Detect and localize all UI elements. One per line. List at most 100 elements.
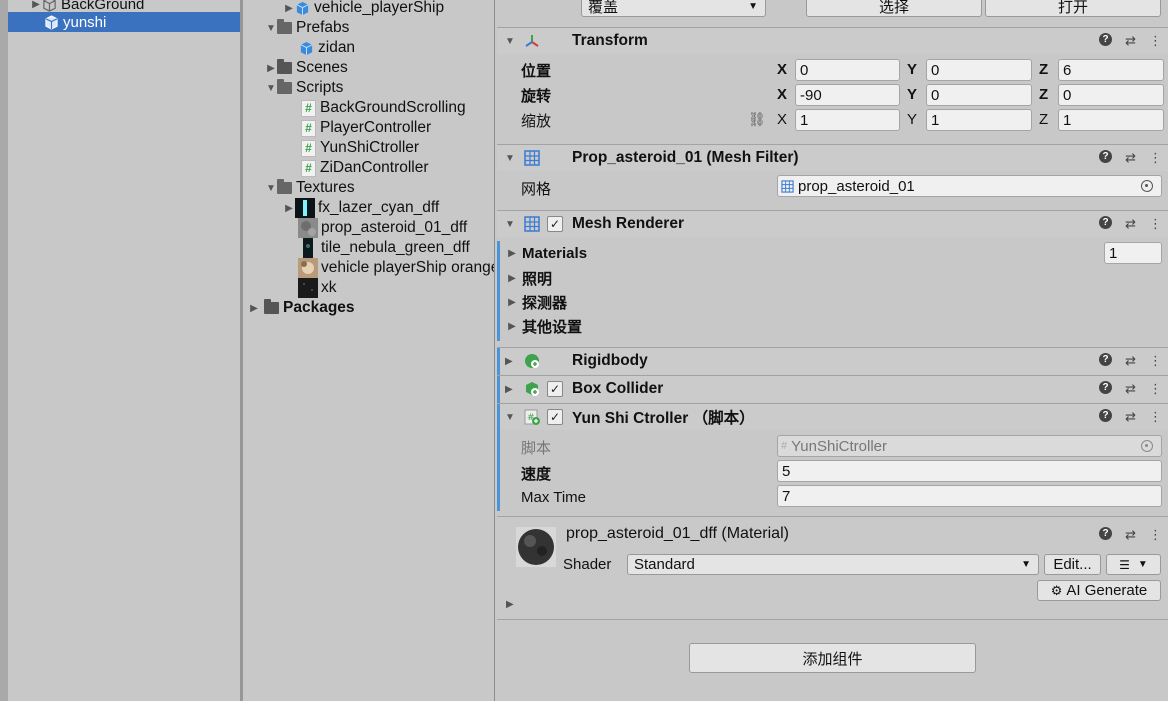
transform-header[interactable]: ▼ Transform ? ⇄ ⋮ <box>497 27 1168 54</box>
collapse-arrow-icon[interactable]: ▼ <box>505 153 515 164</box>
project-item[interactable]: tile_nebula_green_dff <box>298 238 470 258</box>
project-folder-packages[interactable]: ▶ Packages <box>248 298 355 318</box>
project-folder[interactable]: ▼ Prefabs <box>265 18 349 38</box>
position-y-field[interactable]: 0 <box>926 59 1032 81</box>
kebab-menu-icon[interactable]: ⋮ <box>1149 150 1162 166</box>
kebab-menu-icon[interactable]: ⋮ <box>1149 353 1162 369</box>
open-button[interactable]: 打开 <box>985 0 1161 17</box>
shader-dropdown[interactable]: Standard ▼ <box>627 554 1039 575</box>
collapse-arrow-icon[interactable]: ▼ <box>505 219 515 230</box>
project-item[interactable]: zidan <box>299 38 355 58</box>
help-icon[interactable]: ? <box>1099 381 1113 394</box>
help-icon[interactable]: ? <box>1099 33 1113 46</box>
expand-arrow-icon[interactable]: ▶ <box>265 63 277 74</box>
enabled-checkbox[interactable]: ✓ <box>547 381 563 397</box>
position-z-field[interactable]: 6 <box>1058 59 1164 81</box>
select-button[interactable]: 选择 <box>806 0 982 17</box>
preset-sliders-icon[interactable]: ⇄ <box>1125 216 1136 232</box>
project-folder[interactable]: ▶ Scenes <box>265 58 348 78</box>
project-item[interactable]: # BackGroundScrolling <box>301 98 466 118</box>
kebab-menu-icon[interactable]: ⋮ <box>1149 216 1162 232</box>
shader-options-dropdown[interactable]: ☰ ▼ <box>1106 554 1161 575</box>
preset-sliders-icon[interactable]: ⇄ <box>1125 353 1136 369</box>
rigidbody-header[interactable]: ▶ Rigidbody ? ⇄ ⋮ <box>497 347 1168 375</box>
help-icon[interactable]: ? <box>1099 409 1113 422</box>
collapse-arrow-icon[interactable]: ▼ <box>265 183 277 194</box>
expand-arrow-icon[interactable]: ▶ <box>505 356 513 367</box>
object-picker-icon[interactable] <box>1141 180 1153 192</box>
component-title: Yun Shi Ctroller （脚本） <box>572 410 755 427</box>
project-item[interactable]: ▶ fx_lazer_cyan_dff <box>283 198 439 218</box>
link-constrain-icon[interactable]: ⛓ <box>748 111 766 128</box>
max-time-field[interactable]: 7 <box>777 485 1162 507</box>
project-item[interactable]: # ZiDanController <box>301 158 429 178</box>
expand-arrow-icon[interactable]: ▶ <box>506 599 514 610</box>
kebab-menu-icon[interactable]: ⋮ <box>1149 527 1162 543</box>
script-component-header[interactable]: ▼ # ✓ Yun Shi Ctroller （脚本） ? ⇄ ⋮ <box>497 403 1168 431</box>
expand-arrow-icon[interactable]: ▶ <box>283 203 295 214</box>
project-item[interactable]: vehicle playerShip orange <box>298 258 495 278</box>
project-item[interactable]: xk <box>298 278 337 298</box>
collapse-arrow-icon[interactable]: ▼ <box>265 23 277 34</box>
box-collider-header[interactable]: ▶ ✓ Box Collider ? ⇄ ⋮ <box>497 375 1168 403</box>
preset-sliders-icon[interactable]: ⇄ <box>1125 381 1136 397</box>
scale-z-field[interactable]: 1 <box>1058 109 1164 131</box>
project-item[interactable]: ▶ vehicle_playerShip <box>283 0 444 18</box>
expand-arrow-icon[interactable]: ▶ <box>283 3 295 14</box>
project-item[interactable]: # PlayerController <box>301 118 431 138</box>
expand-arrow-icon[interactable]: ▶ <box>506 273 518 284</box>
collapse-arrow-icon[interactable]: ▼ <box>505 36 515 47</box>
position-x-field[interactable]: 0 <box>795 59 900 81</box>
project-folder[interactable]: ▼ Scripts <box>265 78 343 98</box>
help-icon[interactable]: ? <box>1099 353 1113 366</box>
mesh-filter-header[interactable]: ▼ Prop_asteroid_01 (Mesh Filter) ? ⇄ ⋮ <box>497 144 1168 171</box>
expand-arrow-icon[interactable]: ▶ <box>505 384 513 395</box>
materials-foldout[interactable]: ▶ Materials <box>506 242 587 264</box>
probes-foldout[interactable]: ▶ 探测器 <box>506 291 567 313</box>
component-title: Prop_asteroid_01 (Mesh Filter) <box>572 149 799 166</box>
lighting-foldout[interactable]: ▶ 照明 <box>506 267 552 289</box>
help-icon[interactable]: ? <box>1099 527 1113 540</box>
shader-value: Standard <box>634 556 695 573</box>
expand-arrow-icon[interactable]: ▶ <box>506 321 518 332</box>
collapse-arrow-icon[interactable]: ▼ <box>505 412 515 423</box>
mesh-renderer-header[interactable]: ▼ ✓ Mesh Renderer ? ⇄ ⋮ <box>497 210 1168 237</box>
project-item[interactable]: prop_asteroid_01_dff <box>298 218 467 238</box>
kebab-menu-icon[interactable]: ⋮ <box>1149 381 1162 397</box>
project-folder[interactable]: ▼ Textures <box>265 178 355 198</box>
y-axis-label: Y <box>907 86 918 103</box>
rotation-y-field[interactable]: 0 <box>926 84 1032 106</box>
kebab-menu-icon[interactable]: ⋮ <box>1149 33 1162 49</box>
preset-sliders-icon[interactable]: ⇄ <box>1125 527 1136 543</box>
project-item[interactable]: # YunShiCtroller <box>301 138 419 158</box>
scale-x-field[interactable]: 1 <box>795 109 900 131</box>
expand-arrow-icon[interactable]: ▶ <box>506 248 518 259</box>
enabled-checkbox[interactable]: ✓ <box>547 216 563 232</box>
kebab-menu-icon[interactable]: ⋮ <box>1149 409 1162 425</box>
help-icon[interactable]: ? <box>1099 150 1113 163</box>
rotation-z-field[interactable]: 0 <box>1058 84 1164 106</box>
z-axis-label: Z <box>1039 86 1049 103</box>
ai-generate-button[interactable]: ⚙ AI Generate <box>1037 580 1161 601</box>
scale-y-field[interactable]: 1 <box>926 109 1032 131</box>
preset-sliders-icon[interactable]: ⇄ <box>1125 150 1136 166</box>
other-settings-foldout[interactable]: ▶ 其他设置 <box>506 315 582 337</box>
mesh-object-field[interactable]: prop_asteroid_01 <box>777 175 1162 197</box>
expand-arrow-icon[interactable]: ▶ <box>506 297 518 308</box>
panel-divider[interactable] <box>494 0 495 701</box>
add-component-button[interactable]: 添加组件 <box>689 643 976 673</box>
expand-arrow-icon[interactable]: ▶ <box>30 0 42 10</box>
help-icon[interactable]: ? <box>1099 216 1113 229</box>
override-dropdown[interactable]: 覆盖 ▼ <box>581 0 766 17</box>
expand-arrow-icon[interactable]: ▶ <box>248 303 260 314</box>
hierarchy-item-yunshi[interactable]: yunshi <box>8 12 240 32</box>
preset-sliders-icon[interactable]: ⇄ <box>1125 409 1136 425</box>
enabled-checkbox[interactable]: ✓ <box>547 409 563 425</box>
scale-label: 缩放 <box>521 112 552 130</box>
preset-sliders-icon[interactable]: ⇄ <box>1125 33 1136 49</box>
speed-field[interactable]: 5 <box>777 460 1162 482</box>
materials-count-field[interactable]: 1 <box>1104 242 1162 264</box>
collapse-arrow-icon[interactable]: ▼ <box>265 83 277 94</box>
shader-edit-button[interactable]: Edit... <box>1044 554 1101 575</box>
rotation-x-field[interactable]: -90 <box>795 84 900 106</box>
